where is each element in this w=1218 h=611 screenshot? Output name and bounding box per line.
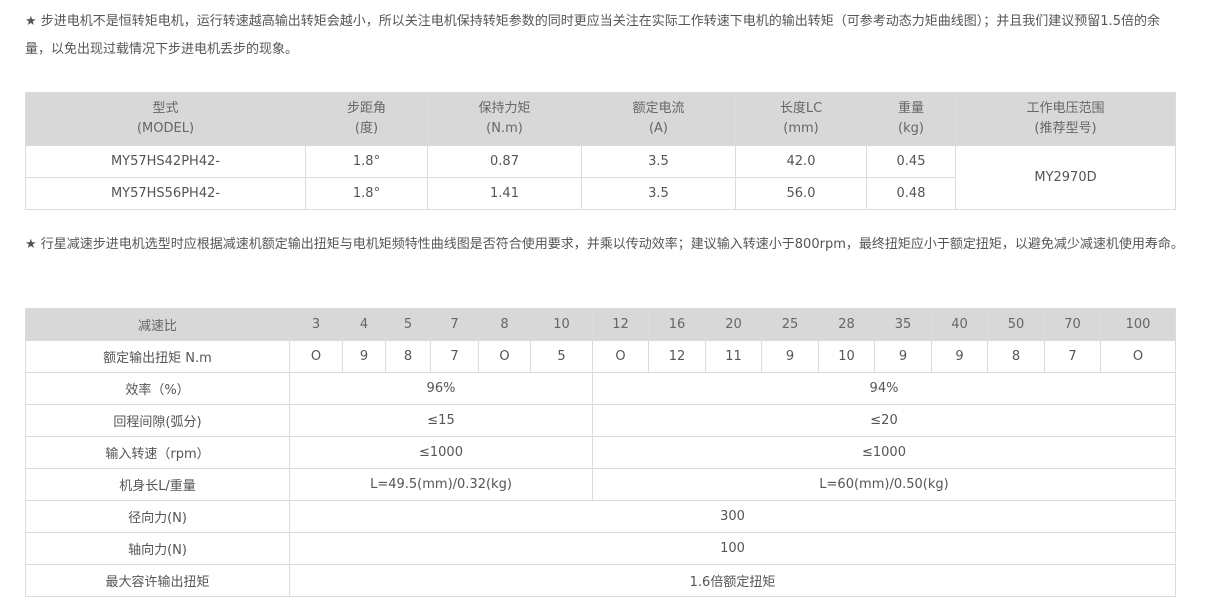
max-torque-label: 最大容许输出扭矩 <box>25 564 290 597</box>
torque-cell: 9 <box>931 340 988 373</box>
axial-force-row: 轴向力(N) 100 <box>25 532 1176 565</box>
ratio-cell: 40 <box>931 308 988 341</box>
ratio-cell: 20 <box>705 308 762 341</box>
backlash-low: ≤15 <box>289 404 593 437</box>
backlash-high: ≤20 <box>592 404 1176 437</box>
efficiency-high: 94% <box>592 372 1176 405</box>
cell-weight: 0.48 <box>866 177 956 210</box>
ratio-cell: 100 <box>1100 308 1176 341</box>
cell-length: 42.0 <box>735 145 867 178</box>
radial-force-row: 径向力(N) 300 <box>25 500 1176 533</box>
header-voltage-range: 工作电压范围 (推荐型号) <box>955 92 1176 146</box>
torque-row: 额定输出扭矩 N.m O 9 8 7 O 5 O 12 11 9 10 9 9 … <box>25 340 1176 373</box>
ratio-header-row: 减速比 3 4 5 7 8 10 12 16 20 25 28 35 40 50… <box>25 308 1176 341</box>
axial-force-label: 轴向力(N) <box>25 532 290 565</box>
cell-step-angle: 1.8° <box>305 177 428 210</box>
torque-cell: O <box>478 340 531 373</box>
cell-holding-torque: 0.87 <box>427 145 582 178</box>
header-step-angle: 步距角 (度) <box>305 92 428 146</box>
torque-cell: 10 <box>818 340 875 373</box>
header-holding-torque: 保持力矩 (N.m) <box>427 92 582 146</box>
length-weight-row: 机身长L/重量 L=49.5(mm)/0.32(kg) L=60(mm)/0.5… <box>25 468 1176 501</box>
header-model: 型式 (MODEL) <box>25 92 306 146</box>
torque-cell: O <box>289 340 343 373</box>
ratio-cell: 4 <box>342 308 386 341</box>
input-speed-high: ≤1000 <box>592 436 1176 469</box>
ratio-cell: 50 <box>987 308 1045 341</box>
max-torque-row: 最大容许输出扭矩 1.6倍额定扭矩 <box>25 564 1176 597</box>
backlash-label: 回程间隙(弧分) <box>25 404 290 437</box>
input-speed-low: ≤1000 <box>289 436 593 469</box>
ratio-cell: 3 <box>289 308 343 341</box>
cell-model: MY57HS42PH42- <box>25 145 306 178</box>
header-rated-current: 额定电流 (A) <box>581 92 736 146</box>
motor-table-header-row: 型式 (MODEL) 步距角 (度) 保持力矩 (N.m) 额定电流 (A) 长度LC(… <box>25 92 1176 146</box>
length-weight-high: L=60(mm)/0.50(kg) <box>592 468 1176 501</box>
torque-cell: 9 <box>874 340 932 373</box>
cell-weight: 0.45 <box>866 145 956 178</box>
cell-length: 56.0 <box>735 177 867 210</box>
radial-force-label: 径向力(N) <box>25 500 290 533</box>
stepper-torque-note: ★ 步进电机不是恒转矩电机，运行转速越高输出转矩会越小，所以关注电机保持转矩参数… <box>25 14 1160 57</box>
torque-label: 额定输出扭矩 N.m <box>25 340 290 373</box>
torque-cell: 9 <box>342 340 386 373</box>
ratio-label: 减速比 <box>25 308 290 341</box>
header-weight: 重量 (kg) <box>866 92 956 146</box>
torque-cell: O <box>1100 340 1176 373</box>
cell-rated-current: 3.5 <box>581 177 736 210</box>
gearbox-spec-table: 减速比 3 4 5 7 8 10 12 16 20 25 28 35 40 50… <box>25 308 1176 597</box>
torque-cell: 7 <box>430 340 479 373</box>
torque-cell: 9 <box>761 340 819 373</box>
ratio-cell: 10 <box>530 308 593 341</box>
table-row: MY57HS42PH42- 1.8° 0.87 3.5 42.0 0.45 MY… <box>25 145 1176 210</box>
ratio-cell: 25 <box>761 308 819 341</box>
header-length: 长度LC (mm) <box>735 92 867 146</box>
max-torque-value: 1.6倍额定扭矩 <box>289 564 1176 597</box>
ratio-cell: 5 <box>385 308 431 341</box>
axial-force-value: 100 <box>289 532 1176 565</box>
torque-cell: 8 <box>385 340 431 373</box>
ratio-cell: 8 <box>478 308 531 341</box>
efficiency-row: 效率（%） 96% 94% <box>25 372 1176 405</box>
cell-step-angle: 1.8° <box>305 145 428 178</box>
ratio-cell: 16 <box>648 308 706 341</box>
efficiency-label: 效率（%） <box>25 372 290 405</box>
gearbox-selection-note: ★ 行星减速步进电机选型时应根据减速机额定输出扭矩与电机矩频特性曲线图是否符合使… <box>25 237 1184 252</box>
efficiency-low: 96% <box>289 372 593 405</box>
torque-cell: O <box>592 340 649 373</box>
cell-holding-torque: 1.41 <box>427 177 582 210</box>
length-weight-low: L=49.5(mm)/0.32(kg) <box>289 468 593 501</box>
torque-cell: 7 <box>1044 340 1101 373</box>
input-speed-row: 输入转速（rpm） ≤1000 ≤1000 <box>25 436 1176 469</box>
torque-cell: 5 <box>530 340 593 373</box>
ratio-cell: 70 <box>1044 308 1101 341</box>
torque-cell: 11 <box>705 340 762 373</box>
motor-spec-table: 型式 (MODEL) 步距角 (度) 保持力矩 (N.m) 额定电流 (A) 长度LC(… <box>25 92 1176 210</box>
torque-cell: 8 <box>987 340 1045 373</box>
input-speed-label: 输入转速（rpm） <box>25 436 290 469</box>
backlash-row: 回程间隙(弧分) ≤15 ≤20 <box>25 404 1176 437</box>
ratio-cell: 28 <box>818 308 875 341</box>
length-weight-label: 机身长L/重量 <box>25 468 290 501</box>
cell-rated-current: 3.5 <box>581 145 736 178</box>
ratio-cell: 7 <box>430 308 479 341</box>
cell-driver: MY2970D <box>955 145 1176 210</box>
cell-model: MY57HS56PH42- <box>25 177 306 210</box>
ratio-cell: 12 <box>592 308 649 341</box>
radial-force-value: 300 <box>289 500 1176 533</box>
torque-cell: 12 <box>648 340 706 373</box>
ratio-cell: 35 <box>874 308 932 341</box>
